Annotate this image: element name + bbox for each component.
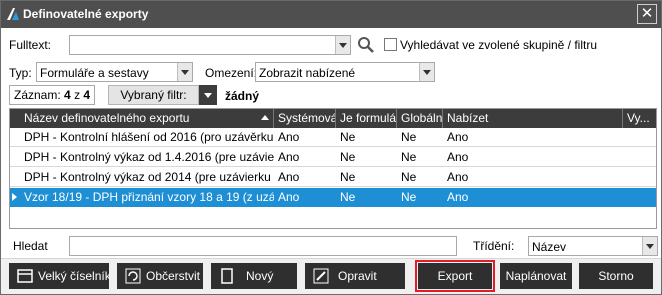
cell-is-form: Ne (340, 150, 356, 164)
cell-name: DPH - Kontrolný výkaz od 1.4.2016 (pre u… (24, 150, 274, 164)
column-header-global[interactable]: Globální (397, 109, 443, 128)
record-total: 4 (83, 88, 91, 102)
app-logo-icon (7, 8, 19, 20)
chevron-down-icon[interactable] (335, 36, 350, 54)
table-header: Název definovatelného exportu Systémová … (10, 109, 656, 128)
chevron-down-icon[interactable] (177, 63, 192, 81)
schedule-button[interactable]: Naplánovat (500, 263, 572, 289)
edit-button[interactable]: Opravit (305, 263, 405, 289)
search-label: Hledat (13, 239, 48, 253)
cell-global: Ne (401, 130, 417, 144)
big-list-label: Velký číselník (38, 269, 111, 283)
cell-system: Ano (278, 190, 300, 204)
cell-offer: Ano (447, 130, 469, 144)
row-pointer-icon (12, 193, 17, 201)
cell-name: DPH - Kontrolní hlášení od 2016 (pro uzá… (24, 130, 274, 144)
window-title: Definovatelné exporty (23, 7, 149, 21)
edit-icon (313, 268, 329, 284)
cancel-button[interactable]: Storno (579, 263, 653, 289)
table-row[interactable]: DPH - Kontrolní hlášení od 2016 (pro uzá… (10, 128, 656, 147)
selected-filter-value: žádný (225, 89, 260, 103)
schedule-label: Naplánovat (505, 269, 567, 283)
new-button[interactable]: Nový (211, 263, 297, 289)
cell-name: DPH - Kontrolný výkaz od 2014 (pre uzávi… (24, 170, 274, 184)
column-header-more[interactable]: Vy... (623, 109, 656, 128)
fulltext-input[interactable] (69, 35, 351, 55)
cell-offer: Ano (447, 170, 469, 184)
selected-filter-button[interactable]: Vybraný filtr: (108, 85, 199, 105)
sort-select[interactable]: Název (528, 236, 658, 256)
chevron-down-icon[interactable] (419, 63, 434, 81)
record-label: Záznam: (14, 88, 61, 102)
type-value: Formuláře a sestavy (40, 66, 149, 80)
column-header-offer[interactable]: Nabízet (443, 109, 623, 128)
restriction-value: Zobrazit nabízené (259, 66, 356, 80)
button-bar: Velký číselník Občerstvit Nový Opravit E… (1, 258, 661, 294)
new-document-icon (221, 268, 233, 284)
sort-ascending-icon (261, 115, 269, 120)
record-counter: Záznam: 4 z 4 (9, 85, 96, 105)
export-button[interactable]: Export (415, 260, 495, 292)
type-label: Typ: (9, 66, 32, 80)
cell-name: Vzor 18/19 - DPH přiznání vzory 18 a 19 … (24, 190, 274, 204)
chevron-down-icon[interactable] (642, 237, 657, 255)
close-icon[interactable]: ✕ (637, 4, 657, 24)
export-label: Export (437, 269, 473, 283)
refresh-icon (125, 268, 141, 284)
type-select[interactable]: Formuláře a sestavy (36, 62, 193, 82)
cell-offer: Ano (447, 190, 469, 204)
big-list-icon (17, 269, 33, 283)
column-header-system[interactable]: Systémová (274, 109, 336, 128)
column-header-is-form[interactable]: Je formulář (336, 109, 397, 128)
cancel-label: Storno (598, 269, 634, 283)
search-icon[interactable] (357, 36, 375, 54)
cell-offer: Ano (447, 150, 469, 164)
refresh-button[interactable]: Občerstvit (117, 263, 203, 289)
exports-table: Název definovatelného exportu Systémová … (9, 108, 657, 229)
export-window: Definovatelné exporty ✕ Fulltext: Vyhled… (0, 0, 662, 295)
big-list-button[interactable]: Velký číselník (9, 263, 111, 289)
title-bar: Definovatelné exporty ✕ (1, 1, 661, 28)
cell-global: Ne (401, 150, 417, 164)
search-input[interactable] (69, 236, 457, 256)
cell-system: Ano (278, 170, 300, 184)
table-row[interactable]: DPH - Kontrolný výkaz od 1.4.2016 (pre u… (10, 148, 656, 167)
cell-global: Ne (401, 190, 417, 204)
record-sep: z (74, 88, 81, 102)
sort-label: Třídění: (473, 239, 515, 253)
restriction-label: Omezení: (205, 66, 258, 80)
cell-system: Ano (278, 130, 300, 144)
column-header-name-label: Název definovatelného exportu (24, 111, 190, 125)
filter-dropdown-icon[interactable] (199, 85, 217, 105)
cell-is-form: Ne (340, 130, 356, 144)
edit-label: Opravit (338, 269, 377, 283)
new-label: Nový (246, 269, 274, 283)
fulltext-label: Fulltext: (9, 38, 52, 52)
search-in-group-label: Vyhledávat ve zvolené skupině / filtru (400, 38, 597, 52)
table-row[interactable]: DPH - Kontrolný výkaz od 2014 (pre uzávi… (10, 168, 656, 187)
column-header-name[interactable]: Název definovatelného exportu (10, 109, 274, 128)
search-in-group-checkbox[interactable] (384, 38, 397, 51)
restriction-select[interactable]: Zobrazit nabízené (255, 62, 435, 82)
cell-system: Ano (278, 150, 300, 164)
sort-value: Název (532, 240, 567, 254)
cell-is-form: Ne (340, 190, 356, 204)
table-row-selected[interactable]: Vzor 18/19 - DPH přiznání vzory 18 a 19 … (10, 188, 656, 207)
record-current: 4 (64, 88, 71, 102)
cell-is-form: Ne (340, 170, 356, 184)
refresh-label: Občerstvit (146, 269, 201, 283)
cell-global: Ne (401, 170, 417, 184)
